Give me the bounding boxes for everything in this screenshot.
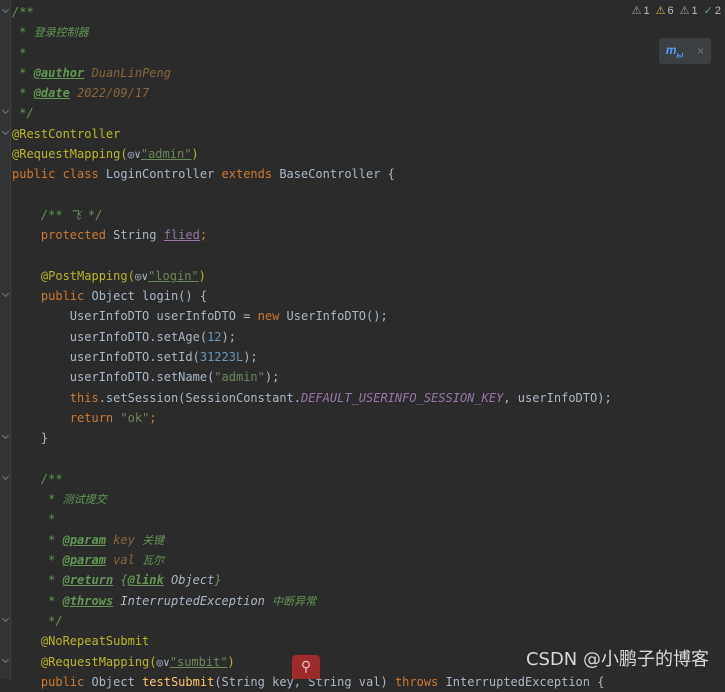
fold-marker-icon[interactable] (1, 106, 10, 115)
watermark: CSDN @小鹏子的博客 (525, 649, 709, 670)
fold-marker-icon[interactable] (1, 614, 10, 623)
code-line: */ (12, 106, 34, 121)
code-line: /** (12, 5, 34, 19)
code-line: * (40, 512, 56, 527)
code-line: @RequestMapping(◎∨"admin") (12, 147, 199, 162)
code-line: * (12, 45, 27, 60)
code-line: @RestController (12, 126, 121, 141)
code-line: * 测试提交 (40, 492, 107, 507)
fold-marker-icon[interactable] (1, 431, 10, 440)
code-line: * @throws InterruptedException 中断异常 (40, 593, 317, 608)
code-line: userInfoDTO.setId(31223L); (69, 350, 258, 365)
code-line: userInfoDTO.setName("admin"); (69, 370, 280, 385)
code-line: } (40, 431, 49, 446)
code-line: */ (40, 613, 63, 628)
fold-marker-icon[interactable] (1, 5, 10, 14)
fold-marker-icon[interactable] (1, 289, 10, 298)
code-line: @PostMapping(◎∨"login") (40, 268, 206, 283)
code-line: UserInfoDTO userInfoDTO = new UserInfoDT… (69, 309, 388, 324)
code-line: /** (40, 471, 63, 486)
code-line: * @date 2022/09/17 (12, 86, 150, 101)
code-line: protected String flied; (40, 228, 208, 243)
code-line: * @author DuanLinPeng (12, 65, 171, 80)
code-line: * 登录控制器 (12, 25, 89, 40)
fold-marker-icon[interactable] (1, 655, 10, 664)
code-line: * @param val 瓦尔 (40, 553, 165, 568)
fold-marker-icon[interactable] (1, 127, 10, 136)
fold-marker-icon[interactable] (1, 472, 10, 481)
code-line: this.setSession(SessionConstant.DEFAULT_… (69, 390, 612, 405)
code-line: public Object login() { (40, 289, 208, 304)
code-line: * @return {@link Object} (40, 573, 222, 588)
code-line: public Object testSubmit(String key, Str… (40, 674, 605, 689)
code-line: return "ok"; (69, 410, 157, 425)
search-icon[interactable]: ⚲ (292, 655, 320, 679)
editor-gutter[interactable] (0, 0, 11, 679)
code-area[interactable]: /** * 登录控制器 * * @author DuanLinPeng * @d… (12, 2, 725, 692)
code-line: /** 飞 */ (40, 207, 103, 222)
code-line: userInfoDTO.setAge(12); (69, 329, 236, 344)
code-line: public class LoginController extends Bas… (12, 167, 395, 182)
code-editor[interactable]: ⚠ 1 ⚠ 6 ⚠ 1 ✓ 2 mы × /** * 登录控制器 * * @author… (0, 0, 725, 689)
code-line: * @param key 关键 (40, 532, 165, 547)
